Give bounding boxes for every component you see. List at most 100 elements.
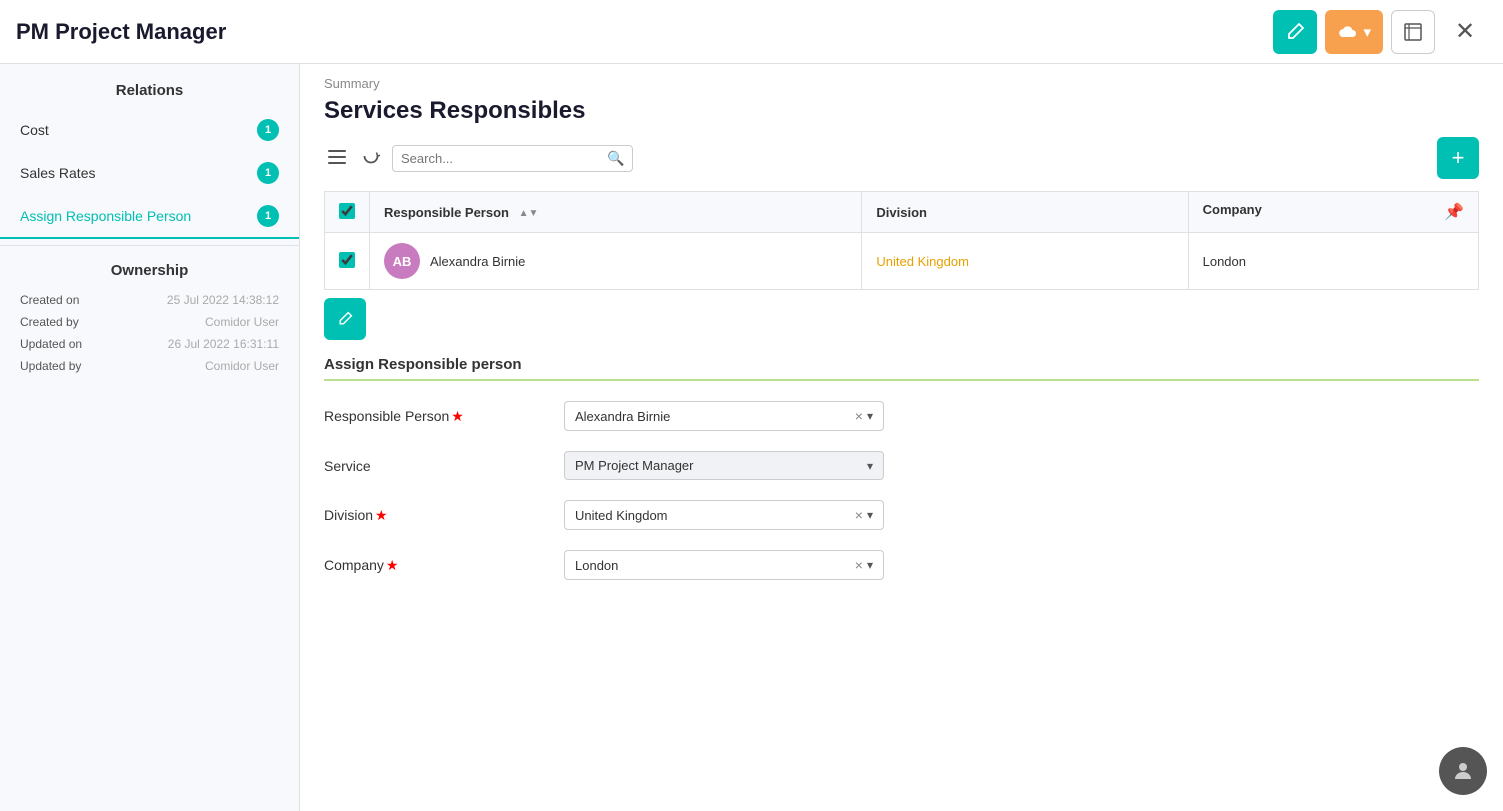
form-label-responsible: Responsible Person★ [324, 408, 544, 425]
app-title: PM Project Manager [16, 19, 226, 45]
pin-icon: 📌 [1444, 202, 1464, 222]
ownership-section: Ownership Created on 25 Jul 2022 14:38:1… [0, 252, 299, 397]
clear-division-icon[interactable]: × [855, 507, 863, 523]
breadcrumb: Summary [300, 64, 1503, 91]
menu-icon-button[interactable] [324, 144, 350, 173]
form-label-division: Division★ [324, 507, 544, 524]
table-col-company: Company 📌 [1188, 192, 1478, 233]
updated-by-label: Updated by [20, 359, 81, 373]
page-title: Services Responsibles [300, 91, 1503, 137]
created-on-value: 25 Jul 2022 14:38:12 [167, 293, 279, 307]
sidebar: Relations Cost 1 Sales Rates 1 Assign Re… [0, 64, 300, 811]
form-row-service: Service PM Project Manager ▾ [324, 451, 1479, 480]
created-on-label: Created on [20, 293, 79, 307]
responsible-persons-table: Responsible Person ▲▼ Division Company 📌 [324, 191, 1479, 290]
dropdown-arrow-company[interactable]: ▾ [867, 558, 873, 572]
user-avatar-bottom[interactable] [1439, 747, 1487, 795]
updated-on-value: 26 Jul 2022 16:31:11 [168, 337, 279, 351]
search-icon: 🔍 [607, 150, 624, 167]
required-star-responsible: ★ [451, 408, 464, 424]
division-value: United Kingdom [876, 254, 969, 269]
dropdown-arrow-responsible[interactable]: ▾ [867, 409, 873, 423]
menu-icon [328, 150, 346, 164]
form-divider [324, 379, 1479, 381]
relations-title: Relations [0, 64, 299, 109]
table-header-checkbox [325, 192, 370, 233]
updated-on-label: Updated on [20, 337, 82, 351]
sales-rates-badge: 1 [257, 162, 279, 184]
col-responsible-label: Responsible Person [384, 205, 509, 220]
form-select-service: PM Project Manager ▾ [564, 451, 884, 480]
meta-created-by: Created by Comidor User [20, 315, 279, 329]
form-title: Assign Responsible person [324, 356, 1479, 373]
responsible-value: Alexandra Birnie [575, 409, 851, 424]
row-edit-icon [337, 311, 353, 327]
cloud-dropdown-arrow: ▾ [1363, 23, 1371, 41]
search-input[interactable] [401, 151, 601, 166]
edit-icon [1285, 22, 1305, 42]
header-actions: ▾ ✕ [1273, 10, 1487, 54]
row-checkbox[interactable] [339, 252, 355, 268]
cost-badge: 1 [257, 119, 279, 141]
sort-arrows[interactable]: ▲▼ [519, 208, 539, 219]
expand-button[interactable] [1391, 10, 1435, 54]
col-division-label: Division [876, 205, 927, 220]
sidebar-item-sales-rates-label: Sales Rates [20, 165, 95, 181]
form-row-responsible: Responsible Person★ Alexandra Birnie × ▾ [324, 401, 1479, 431]
content-area: Summary Services Responsibles [300, 64, 1503, 811]
company-form-value: London [575, 558, 851, 573]
form-row-division: Division★ United Kingdom × ▾ [324, 500, 1479, 530]
expand-icon [1404, 23, 1422, 41]
row-responsible-person: AB Alexandra Birnie [370, 233, 862, 290]
clear-responsible-icon[interactable]: × [855, 408, 863, 424]
form-select-responsible[interactable]: Alexandra Birnie × ▾ [564, 401, 884, 431]
close-icon: ✕ [1455, 17, 1475, 46]
sidebar-item-assign-responsible[interactable]: Assign Responsible Person 1 [0, 195, 299, 239]
required-star-division: ★ [375, 507, 388, 523]
assign-badge: 1 [257, 205, 279, 227]
row-division: United Kingdom [862, 233, 1188, 290]
form-row-company: Company★ London × ▾ [324, 550, 1479, 580]
refresh-button[interactable] [358, 143, 384, 174]
meta-updated-on: Updated on 26 Jul 2022 16:31:11 [20, 337, 279, 351]
user-icon [1451, 759, 1475, 783]
add-button[interactable]: + [1437, 137, 1479, 179]
clear-company-icon[interactable]: × [855, 557, 863, 573]
row-checkbox-cell [325, 233, 370, 290]
person-name: Alexandra Birnie [430, 254, 525, 269]
dropdown-arrow-division[interactable]: ▾ [867, 508, 873, 522]
sidebar-item-assign-label: Assign Responsible Person [20, 208, 191, 224]
table-col-responsible-person: Responsible Person ▲▼ [370, 192, 862, 233]
refresh-icon [362, 147, 380, 165]
edit-button[interactable] [1273, 10, 1317, 54]
form-select-division[interactable]: United Kingdom × ▾ [564, 500, 884, 530]
created-by-label: Created by [20, 315, 79, 329]
form-label-company: Company★ [324, 557, 544, 574]
col-company-label: Company [1203, 202, 1262, 217]
sidebar-divider [0, 245, 299, 246]
search-box: 🔍 [392, 145, 633, 172]
division-form-value: United Kingdom [575, 508, 851, 523]
table-row: AB Alexandra Birnie United Kingdom Londo… [325, 233, 1479, 290]
close-button[interactable]: ✕ [1443, 10, 1487, 54]
cloud-button[interactable]: ▾ [1325, 10, 1383, 54]
dropdown-arrow-service[interactable]: ▾ [867, 459, 873, 473]
cloud-icon [1337, 24, 1357, 40]
form-section: Assign Responsible person Responsible Pe… [300, 348, 1503, 620]
created-by-value: Comidor User [205, 315, 279, 329]
service-value: PM Project Manager [575, 458, 863, 473]
table-col-division: Division [862, 192, 1188, 233]
row-edit-button[interactable] [324, 298, 366, 340]
sidebar-item-sales-rates[interactable]: Sales Rates 1 [0, 152, 299, 195]
select-all-checkbox[interactable] [339, 203, 355, 219]
avatar-cell: AB Alexandra Birnie [384, 243, 847, 279]
row-company: London [1188, 233, 1478, 290]
form-label-service: Service [324, 458, 544, 474]
meta-updated-by: Updated by Comidor User [20, 359, 279, 373]
updated-by-value: Comidor User [205, 359, 279, 373]
required-star-company: ★ [386, 557, 399, 573]
form-select-company[interactable]: London × ▾ [564, 550, 884, 580]
meta-created-on: Created on 25 Jul 2022 14:38:12 [20, 293, 279, 307]
sidebar-item-cost[interactable]: Cost 1 [0, 109, 299, 152]
add-icon: + [1452, 145, 1465, 171]
